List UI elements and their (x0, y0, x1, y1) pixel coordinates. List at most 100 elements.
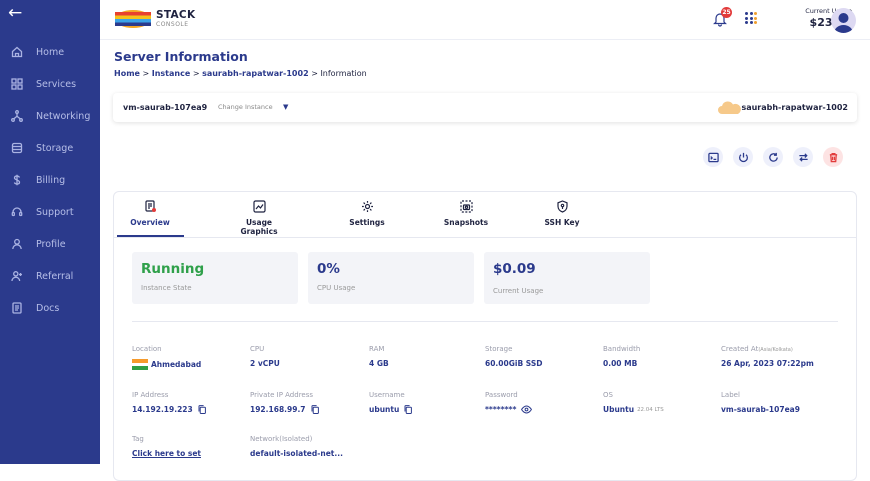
tab-usage-graphics[interactable]: Usage Graphics (229, 200, 289, 236)
field-label: Storage (485, 345, 513, 353)
tab-overview[interactable]: Overview (120, 200, 180, 227)
field-label: Location (132, 345, 162, 353)
stat-value: 0% (317, 261, 340, 277)
tab-settings[interactable]: Settings (337, 200, 397, 227)
sidebar-item-docs[interactable]: Docs (0, 296, 100, 320)
page-title: Server Information (114, 49, 248, 64)
transfer-button[interactable] (793, 147, 813, 167)
field-password: Password ******** (485, 391, 533, 414)
tab-label: Usage Graphics (240, 218, 278, 236)
logo-title: STACK (156, 9, 196, 21)
gear-icon (361, 201, 373, 212)
tab-label: Settings (349, 218, 385, 227)
stat-value: $0.09 (493, 261, 536, 277)
breadcrumb-instance[interactable]: Instance (152, 69, 191, 78)
os-version: 22.04 LTS (637, 406, 664, 413)
breadcrumb: Home > Instance > saurabh-rapatwar-1002 … (114, 69, 367, 78)
field-value: ubuntu (369, 405, 400, 414)
network-icon (10, 109, 24, 123)
key-icon (556, 200, 568, 213)
field-label: Private IP Address (250, 391, 314, 399)
snapshot-icon (459, 200, 473, 213)
field-value: 4 GB (369, 359, 389, 368)
avatar[interactable] (831, 8, 856, 33)
field-label-name: Label vm-saurab-107ea9 (721, 391, 800, 414)
india-flag-icon (132, 359, 148, 371)
server-panel: Overview Usage Graphics Settings Snapsho… (113, 191, 857, 481)
sidebar-item-label: Services (36, 78, 77, 90)
field-value: ******** (485, 405, 517, 414)
stat-label: CPU Usage (317, 284, 356, 292)
sidebar-item-referral[interactable]: Referral (0, 264, 100, 288)
project-name: saurabh-rapatwar-1002 (741, 103, 848, 112)
sidebar-item-home[interactable]: Home (0, 40, 100, 64)
field-value: vm-saurab-107ea9 (721, 405, 800, 414)
field-label: Network(Isolated) (250, 435, 313, 443)
breadcrumb-project[interactable]: saurabh-rapatwar-1002 (202, 69, 309, 78)
home-icon (10, 45, 24, 59)
sidebar-item-profile[interactable]: Profile (0, 232, 100, 256)
field-label: Password (485, 391, 518, 399)
user-plus-icon (10, 269, 24, 283)
field-label: Tag (132, 435, 144, 443)
field-value: default-isolated-net... (250, 449, 343, 458)
caret-down-icon[interactable]: ▼ (283, 103, 288, 111)
field-label: Username (369, 391, 405, 399)
copy-icon[interactable] (404, 405, 413, 415)
user-icon (10, 237, 24, 251)
field-tag: Tag Click here to set (132, 435, 201, 458)
stat-card-cpu-usage: 0% CPU Usage (308, 252, 474, 304)
tab-ssh-key[interactable]: SSH Key (532, 200, 592, 227)
power-button[interactable] (733, 147, 753, 167)
change-instance-dropdown[interactable]: Change Instance (218, 103, 273, 111)
apps-grid-icon[interactable] (745, 12, 757, 24)
console-button[interactable] (703, 147, 723, 167)
sidebar-item-networking[interactable]: Networking (0, 104, 100, 128)
eye-icon[interactable] (521, 405, 533, 414)
delete-button[interactable] (823, 147, 843, 167)
field-bandwidth: Bandwidth 0.00 MB (603, 345, 640, 368)
headset-icon (10, 205, 24, 219)
copy-icon[interactable] (311, 405, 319, 415)
set-tag-link[interactable]: Click here to set (132, 449, 201, 458)
top-bar: STACK CONSOLE 25 Current Usage $23.44 (100, 0, 870, 40)
field-cpu: CPU 2 vCPU (250, 345, 280, 368)
sidebar-item-storage[interactable]: Storage (0, 136, 100, 160)
console-icon (707, 152, 719, 162)
stat-value: Running (141, 261, 205, 277)
field-label: Created At (721, 345, 759, 353)
sidebar-item-services[interactable]: Services (0, 72, 100, 96)
breadcrumb-home[interactable]: Home (114, 69, 140, 78)
sidebar-item-support[interactable]: Support (0, 200, 100, 224)
tab-bar: Overview Usage Graphics Settings Snapsho… (114, 192, 856, 238)
sidebar-item-billing[interactable]: Billing (0, 168, 100, 192)
field-value: 192.168.99.7 (250, 405, 306, 414)
chart-icon (252, 200, 266, 213)
arrow-left-icon[interactable]: ← (8, 5, 22, 22)
field-label: OS (603, 391, 613, 399)
tab-label: Snapshots (443, 218, 489, 227)
copy-icon[interactable] (198, 405, 206, 415)
sidebar: ← Home Services Networking Storage Billi… (0, 0, 100, 464)
sidebar-item-label: Referral (36, 270, 74, 282)
instance-name: vm-saurab-107ea9 (123, 103, 208, 112)
tab-label: Overview (130, 218, 170, 227)
tab-label: SSH Key (544, 218, 580, 227)
sidebar-item-label: Support (36, 206, 74, 218)
field-storage: Storage 60.00GiB SSD (485, 345, 542, 368)
field-value: 14.192.19.223 (132, 405, 193, 414)
field-os: OS Ubuntu 22.04 LTS (603, 391, 664, 414)
tab-snapshots[interactable]: Snapshots (436, 200, 496, 227)
stat-card-instance-state: Running Instance State (132, 252, 298, 304)
field-label: Bandwidth (603, 345, 641, 353)
overview-icon (144, 200, 156, 212)
field-value: 60.00GiB SSD (485, 359, 543, 368)
cloud-icon (717, 100, 743, 119)
sidebar-item-label: Billing (36, 174, 66, 186)
logo[interactable]: STACK CONSOLE (114, 9, 195, 29)
field-ram: RAM 4 GB (369, 345, 389, 368)
restart-icon (768, 152, 778, 162)
restart-button[interactable] (763, 147, 783, 167)
field-label: RAM (369, 345, 385, 353)
delete-icon (829, 152, 837, 162)
